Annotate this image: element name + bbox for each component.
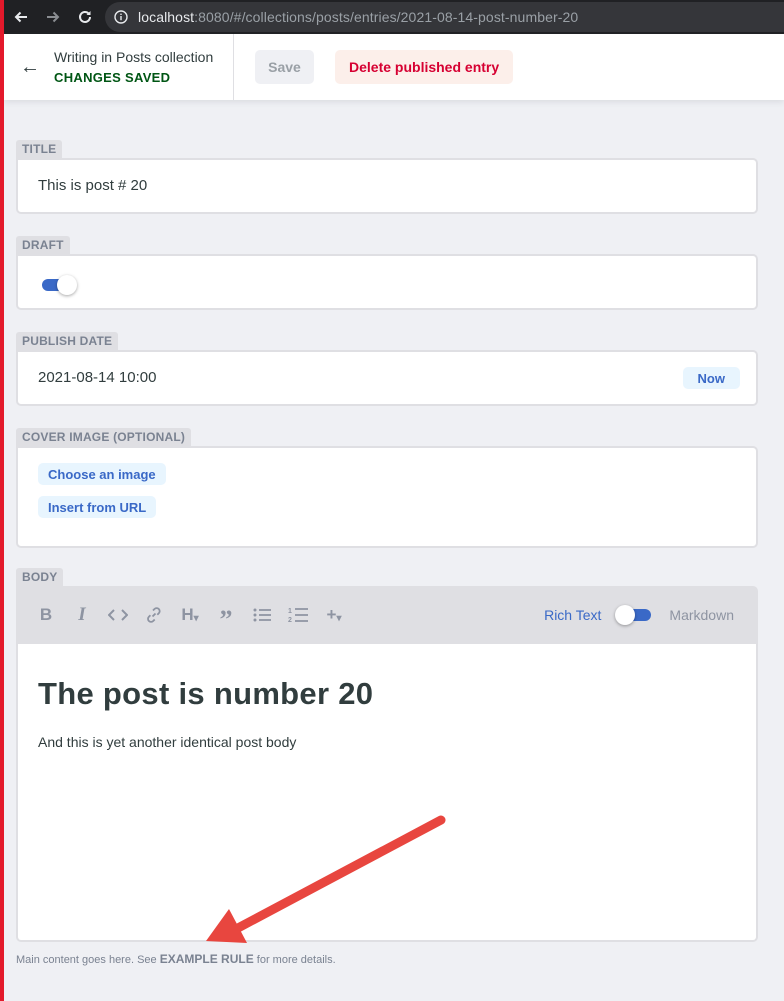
publish-date-field: PUBLISH DATE 2021-08-14 10:00 Now [16, 332, 758, 406]
browser-forward-icon[interactable] [43, 7, 63, 27]
link-icon[interactable] [136, 600, 172, 630]
svg-text:2: 2 [288, 617, 292, 624]
browser-bar: localhost:8080/#/collections/posts/entri… [0, 0, 784, 34]
draft-field: DRAFT [16, 236, 758, 310]
add-component-icon[interactable]: + ▾ [316, 600, 352, 630]
choose-image-button[interactable]: Choose an image [38, 463, 166, 485]
body-field: BODY B I H ▾ ” 12 + ▾ Rich Text Markdown… [16, 568, 758, 942]
collection-title: Writing in Posts collection [54, 49, 214, 65]
body-heading: The post is number 20 [38, 676, 374, 711]
markdown-toggle[interactable] [615, 604, 655, 626]
svg-text:1: 1 [288, 608, 292, 615]
insert-from-url-button[interactable]: Insert from URL [38, 496, 157, 518]
url-host: localhost [138, 9, 195, 25]
bold-icon[interactable]: B [28, 600, 64, 630]
draft-box [16, 254, 758, 310]
browser-reload-icon[interactable] [75, 7, 95, 27]
markdown-toggle-knob [615, 605, 636, 625]
editor-page: TITLE This is post # 20 DRAFT PUBLISH DA… [4, 100, 784, 1001]
address-bar[interactable]: localhost:8080/#/collections/posts/entri… [105, 2, 784, 32]
code-icon[interactable] [100, 600, 136, 630]
title-field: TITLE This is post # 20 [16, 140, 758, 214]
save-button[interactable]: Save [255, 50, 314, 84]
url-path: :8080/#/collections/posts/entries/2021-0… [194, 9, 579, 25]
browser-back-icon[interactable] [11, 7, 31, 27]
save-status: CHANGES SAVED [54, 70, 171, 85]
back-to-collection-link[interactable]: ← Writing in Posts collection CHANGES SA… [4, 34, 234, 100]
numbered-list-icon[interactable]: 12 [280, 600, 316, 630]
heading-icon[interactable]: H ▾ [172, 600, 208, 630]
title-input[interactable]: This is post # 20 [16, 158, 758, 214]
body-editor[interactable]: The post is number 20 And this is yet an… [16, 644, 758, 942]
hint-text-before: Main content goes here. See [16, 954, 160, 966]
cover-image-label: COVER IMAGE (OPTIONAL) [16, 428, 192, 446]
cover-image-field: COVER IMAGE (OPTIONAL) Choose an image I… [16, 428, 758, 548]
markdown-mode-label[interactable]: Markdown [669, 607, 734, 623]
rich-text-mode-label[interactable]: Rich Text [544, 607, 601, 623]
editor-toolbar: ← Writing in Posts collection CHANGES SA… [4, 34, 784, 100]
hint-text-after: for more details. [253, 954, 336, 966]
editor-mode-switch: Rich Text Markdown [544, 586, 734, 644]
cover-image-box: Choose an image Insert from URL [16, 446, 758, 548]
now-button[interactable]: Now [682, 367, 740, 389]
bulleted-list-icon[interactable] [244, 600, 280, 630]
example-rule-link[interactable]: EXAMPLE RULE [160, 952, 254, 966]
publish-date-label: PUBLISH DATE [16, 332, 119, 350]
publish-date-input[interactable]: 2021-08-14 10:00 Now [16, 350, 758, 406]
site-info-icon[interactable] [114, 10, 128, 24]
body-label: BODY [16, 568, 64, 586]
title-label: TITLE [16, 140, 63, 158]
body-paragraph: And this is yet another identical post b… [38, 734, 297, 750]
delete-published-entry-button[interactable]: Delete published entry [335, 50, 514, 84]
left-edge-bar [0, 0, 4, 1001]
draft-toggle-knob [57, 275, 77, 295]
publish-date-value: 2021-08-14 10:00 [38, 369, 157, 386]
draft-label: DRAFT [16, 236, 70, 254]
italic-icon[interactable]: I [64, 600, 100, 630]
draft-toggle[interactable] [40, 274, 78, 295]
body-editor-toolbar: B I H ▾ ” 12 + ▾ Rich Text Markdown [16, 586, 758, 644]
url-text: localhost:8080/#/collections/posts/entri… [138, 9, 578, 25]
quote-icon[interactable]: ” [208, 600, 244, 633]
body-hint: Main content goes here. See EXAMPLE RULE… [16, 952, 336, 966]
title-value: This is post # 20 [38, 177, 148, 194]
back-arrow-icon: ← [20, 55, 40, 78]
